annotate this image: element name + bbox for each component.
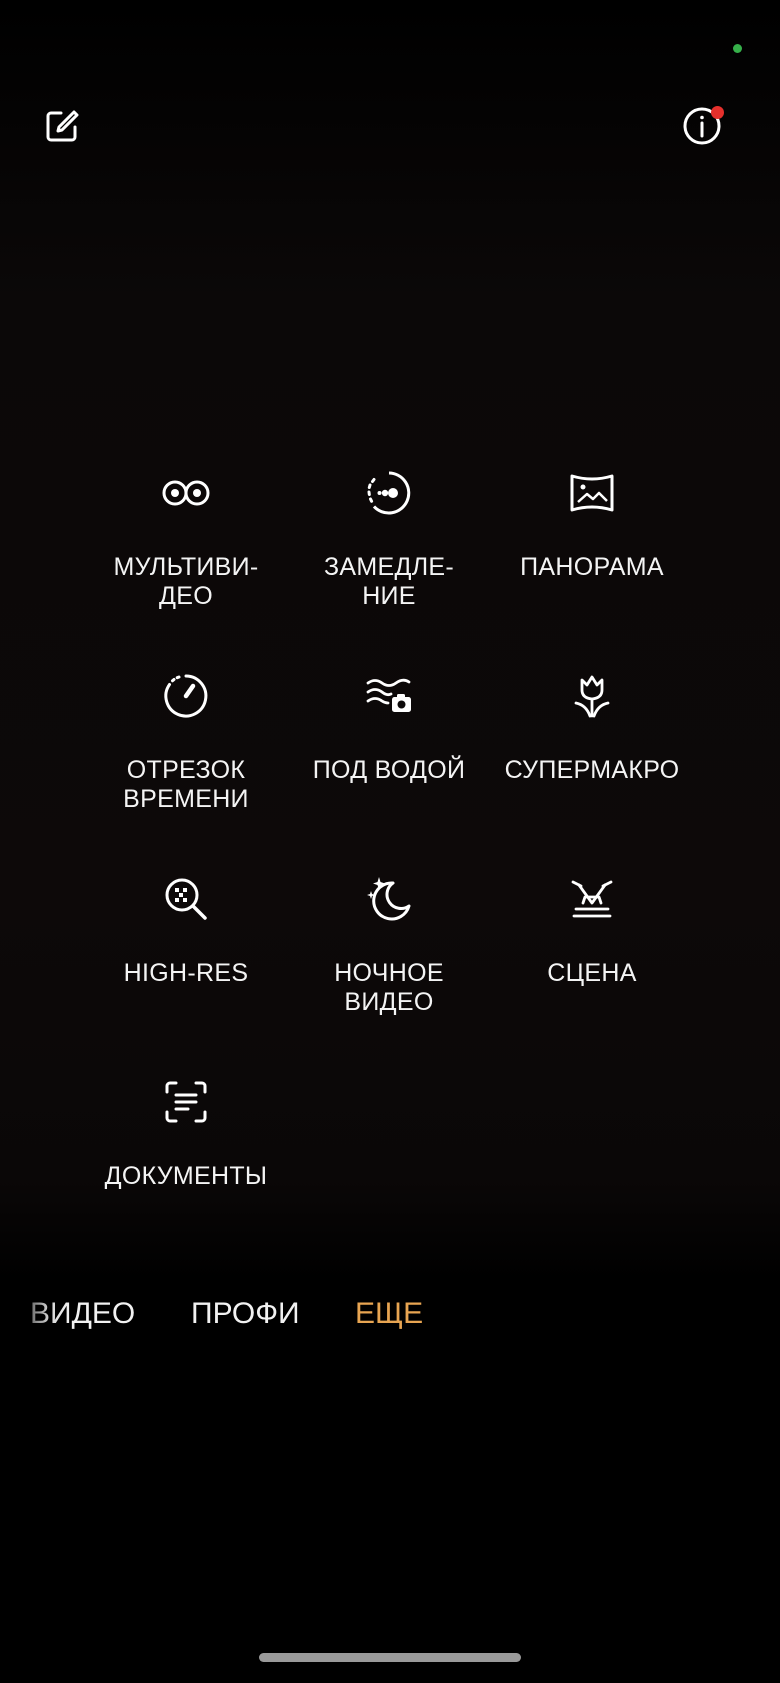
slow-motion-icon <box>367 471 411 515</box>
tab-video[interactable]: ВИДЕО <box>30 1295 135 1333</box>
panorama-icon <box>570 474 614 512</box>
mode-label: МУЛЬТИВИ- ДЕО <box>113 553 259 610</box>
night-moon-icon <box>367 877 411 921</box>
camera-mode-tabs: ВИДЕО ПРОФИ ЕЩЕ <box>0 1295 780 1335</box>
camera-more-modes-screen: МУЛЬТИВИ- ДЕО ЗАМЕДЛЕ- НИЕ ПАНОРАМА ОТРЕ… <box>0 0 780 1683</box>
underwater-camera-icon <box>366 678 411 712</box>
tab-pro[interactable]: ПРОФИ <box>191 1295 300 1333</box>
mode-label: HIGH-RES <box>123 959 249 987</box>
mode-timelapse[interactable]: ОТРЕЗОК ВРЕМЕНИ <box>86 670 286 814</box>
mode-stage[interactable]: СЦЕНА <box>492 873 692 988</box>
tab-more[interactable]: ЕЩЕ <box>355 1295 423 1333</box>
mode-label: СУПЕРМАКРО <box>504 756 680 784</box>
modes-grid: МУЛЬТИВИ- ДЕО ЗАМЕДЛЕ- НИЕ ПАНОРАМА ОТРЕ… <box>0 0 780 1683</box>
mode-label: ПАНОРАМА <box>520 553 664 581</box>
mode-high-res[interactable]: HIGH-RES <box>86 873 286 988</box>
mode-panorama[interactable]: ПАНОРАМА <box>492 467 692 582</box>
mode-supermacro[interactable]: СУПЕРМАКРО <box>492 670 692 785</box>
mode-underwater[interactable]: ПОД ВОДОЙ <box>289 670 489 785</box>
mode-label: ОТРЕЗОК ВРЕМЕНИ <box>123 756 249 813</box>
mode-documents[interactable]: ДОКУМЕНТЫ <box>86 1076 286 1191</box>
high-res-magnifier-icon <box>165 878 207 920</box>
timelapse-icon <box>164 674 208 718</box>
mode-night-video[interactable]: НОЧНОЕ ВИДЕО <box>289 873 489 1017</box>
mode-multivideo[interactable]: МУЛЬТИВИ- ДЕО <box>86 467 286 611</box>
stage-spotlight-icon <box>571 880 613 918</box>
document-scan-icon <box>165 1081 207 1123</box>
mode-label: ПОД ВОДОЙ <box>312 756 466 784</box>
home-indicator[interactable] <box>259 1653 521 1662</box>
mode-label: ЗАМЕДЛЕ- НИЕ <box>323 553 454 610</box>
multivideo-icon <box>162 480 210 506</box>
mode-slow-motion[interactable]: ЗАМЕДЛЕ- НИЕ <box>289 467 489 611</box>
mode-label: СЦЕНА <box>547 959 637 987</box>
mode-label: ДОКУМЕНТЫ <box>104 1162 268 1190</box>
tulip-macro-icon <box>574 675 610 718</box>
mode-label: НОЧНОЕ ВИДЕО <box>334 959 444 1016</box>
